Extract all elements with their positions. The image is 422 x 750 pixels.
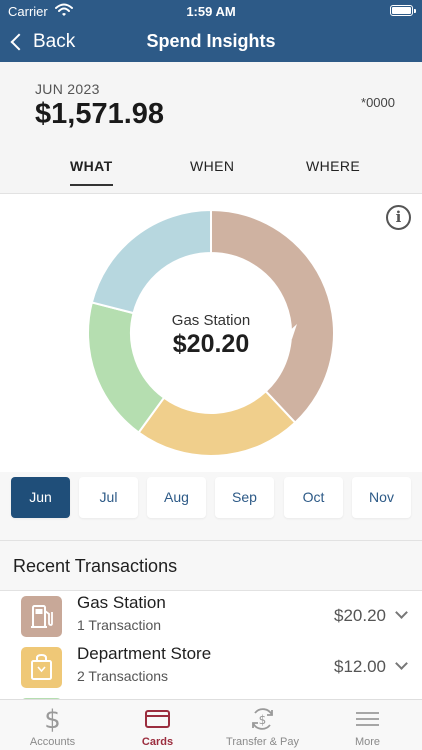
spend-chart: i Gas Station $20.20 <box>0 194 422 472</box>
info-icon[interactable]: i <box>386 205 411 230</box>
period-label: JUN 2023 <box>35 81 100 97</box>
chevron-down-icon[interactable] <box>395 657 408 670</box>
month-nov[interactable]: Nov <box>352 477 411 518</box>
transaction-count: 2 Transactions <box>77 668 169 684</box>
tab-accounts[interactable]: $ Accounts <box>0 700 105 750</box>
donut-segment[interactable] <box>90 208 212 315</box>
tab-label: Transfer & Pay <box>226 736 299 748</box>
menu-icon <box>356 712 379 726</box>
tab-bar: $ Accounts Cards $ Transfer & Pay More <box>0 699 422 750</box>
transaction-count: 1 Transaction <box>77 617 162 633</box>
section-title: Recent Transactions <box>13 556 178 576</box>
status-time: 1:59 AM <box>186 4 236 19</box>
dollar-icon: $ <box>44 705 61 733</box>
shopping-bag-icon <box>21 647 62 688</box>
month-aug[interactable]: Aug <box>147 477 206 518</box>
transaction-amount: $12.00 <box>334 657 386 676</box>
transaction-list: Gas Station 1 Transaction $20.20 Departm… <box>0 591 422 699</box>
battery-icon <box>390 5 416 16</box>
tab-cards[interactable]: Cards <box>105 700 210 750</box>
status-bar: Carrier 1:59 AM <box>0 0 422 22</box>
tab-label: Accounts <box>29 736 76 748</box>
svg-text:$: $ <box>44 705 61 733</box>
month-sep[interactable]: Sep <box>215 477 274 518</box>
account-number: *0000 <box>361 95 395 110</box>
view-tabs: WHAT WHEN WHERE <box>0 158 422 192</box>
header: Carrier 1:59 AM Back Spend Insights <box>0 0 422 62</box>
svg-text:$: $ <box>259 713 267 727</box>
tab-transfer-pay[interactable]: $ Transfer & Pay <box>210 700 315 750</box>
month-oct[interactable]: Oct <box>284 477 343 518</box>
transaction-amount: $20.20 <box>334 606 386 625</box>
tab-label: Cards <box>141 736 174 748</box>
chart-center-value: $20.20 <box>172 330 250 358</box>
card-icon <box>145 710 170 728</box>
gas-pump-icon <box>21 596 62 637</box>
tab-where[interactable]: WHERE <box>306 158 360 186</box>
month-jun[interactable]: Jun <box>11 477 70 518</box>
list-item[interactable]: Gas Station 1 Transaction $20.20 <box>0 591 422 642</box>
month-selector: Jun Jul Aug Sep Oct Nov <box>0 472 422 540</box>
list-item[interactable]: Department Store 2 Transactions $12.00 <box>0 642 422 693</box>
page-title: Spend Insights <box>146 31 276 51</box>
total-amount: $1,571.98 <box>35 98 165 130</box>
tab-what[interactable]: WHAT <box>70 158 113 186</box>
summary-panel: JUN 2023 $1,571.98 *0000 WHAT WHEN WHERE <box>0 62 422 194</box>
tab-label: More <box>354 736 381 748</box>
chevron-down-icon[interactable] <box>395 606 408 619</box>
transaction-name: Gas Station <box>77 593 166 612</box>
tab-more[interactable]: More <box>315 700 420 750</box>
transaction-name: Department Store <box>77 644 212 663</box>
recent-transactions-header: Recent Transactions <box>0 540 422 591</box>
transfer-icon: $ <box>252 708 273 730</box>
chart-center-label: Gas Station <box>171 312 251 329</box>
month-jul[interactable]: Jul <box>79 477 138 518</box>
tab-when[interactable]: WHEN <box>190 158 234 186</box>
